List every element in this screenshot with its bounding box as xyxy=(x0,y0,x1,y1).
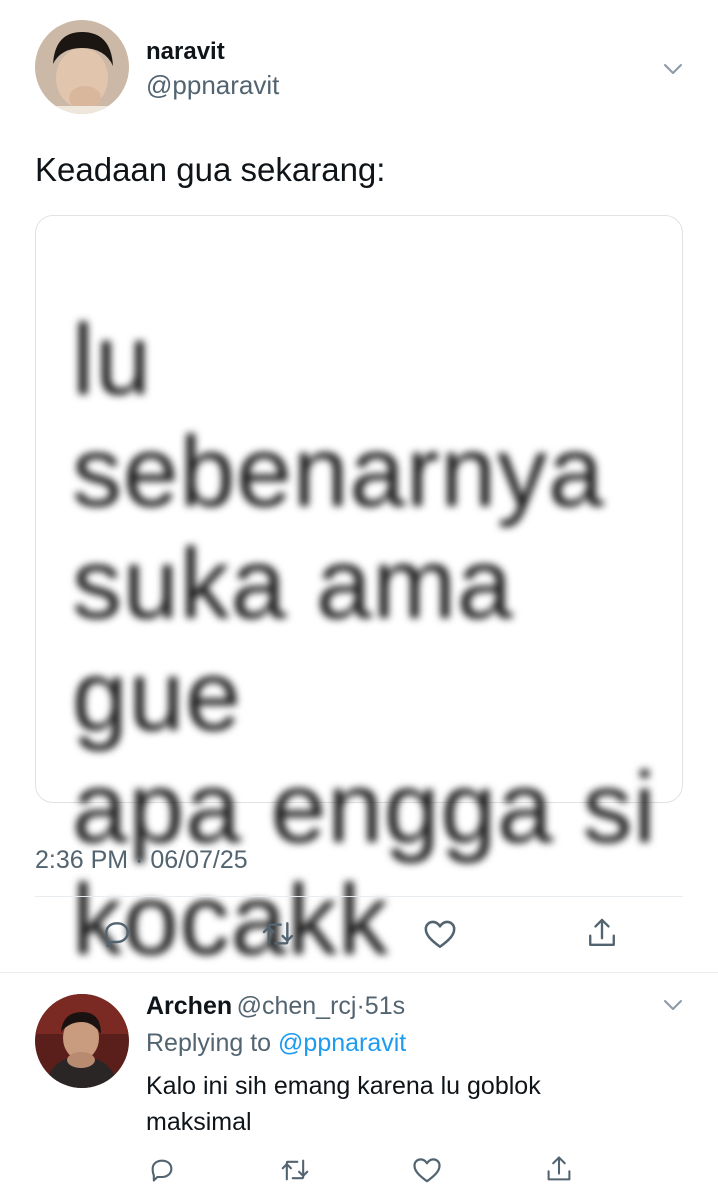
reply-author-avatar[interactable] xyxy=(35,994,129,1088)
reply-author-handle[interactable]: @chen_rcj xyxy=(237,992,357,1020)
reply-author-name[interactable]: Archen xyxy=(146,992,232,1020)
section-divider xyxy=(0,972,718,973)
reply-header: Archen @chen_rcj·51s xyxy=(146,992,405,1021)
media-caption-text: lu sebenarnya suka ama gue apa engga si … xyxy=(72,304,657,976)
tweet-text: Keadaan gua sekarang: xyxy=(35,151,386,188)
author-handle[interactable]: @ppnaravit xyxy=(146,70,279,101)
share-icon[interactable] xyxy=(586,916,618,950)
chevron-down-icon[interactable] xyxy=(662,58,684,80)
author-avatar[interactable] xyxy=(35,20,129,114)
reply-text: Kalo ini sih emang karena lu goblok maks… xyxy=(146,1072,541,1136)
like-icon[interactable] xyxy=(423,918,457,950)
retweet-icon[interactable] xyxy=(260,918,296,950)
reply-chevron-down-icon[interactable] xyxy=(662,994,684,1016)
reply-icon[interactable] xyxy=(101,918,133,950)
replying-to-handle[interactable]: @ppnaravit xyxy=(278,1029,406,1057)
reply-time: 51s xyxy=(364,992,406,1020)
reply-like-icon[interactable] xyxy=(412,1156,442,1184)
tweet-timestamp: 2:36 PM · 06/07/25 xyxy=(35,846,248,874)
reply-share-icon[interactable] xyxy=(545,1154,573,1184)
replying-to-label: Replying to xyxy=(146,1029,272,1057)
author-name[interactable]: naravit xyxy=(146,38,225,66)
tweet-media-image[interactable]: lu sebenarnya suka ama gue apa engga si … xyxy=(35,215,683,976)
divider xyxy=(35,896,683,897)
reply-reply-icon[interactable] xyxy=(148,1156,176,1184)
reply-separator: · xyxy=(356,992,365,1020)
replying-to: Replying to @ppnaravit xyxy=(146,1029,406,1058)
reply-retweet-icon[interactable] xyxy=(279,1156,311,1184)
